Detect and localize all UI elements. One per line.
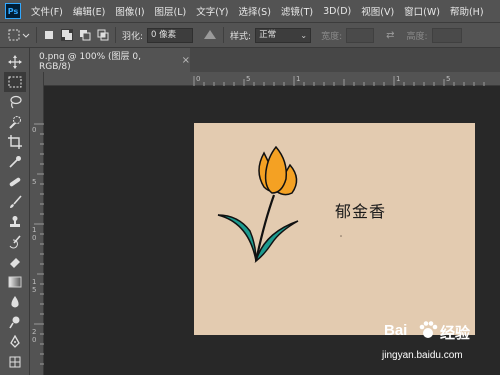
- baidu-jingyan-watermark: Bai 经验 jingyan.baidu.com: [378, 314, 496, 372]
- pen-tool-icon[interactable]: [4, 332, 26, 352]
- ruler-tick-label: 1: [32, 226, 36, 234]
- height-label: 高度:: [406, 31, 428, 42]
- height-input: [431, 27, 462, 43]
- divider: [115, 27, 116, 43]
- menu-bar: Ps 文件(F) 编辑(E) 图像(I) 图层(L) 文字(Y) 选择(S) 滤…: [0, 0, 500, 22]
- ruler-tick-label: 0: [196, 75, 200, 83]
- options-bar: 羽化: 0 像素 样式: 正常 ⌄ 宽度: ⇄ 高度:: [0, 22, 500, 48]
- ruler-tick-label: 5: [246, 75, 250, 83]
- lasso-tool-icon[interactable]: [4, 92, 26, 112]
- menu-view[interactable]: 视图(V): [361, 4, 394, 18]
- ruler-tick-label: 0: [32, 126, 36, 134]
- watermark-url: jingyan.baidu.com: [382, 350, 463, 361]
- quick-selection-tool-icon[interactable]: [4, 112, 26, 132]
- document-canvas[interactable]: 郁金香: [194, 123, 475, 335]
- divider: [36, 27, 37, 43]
- menu-image[interactable]: 图像(I): [115, 4, 144, 18]
- feather-label: 羽化:: [122, 31, 144, 42]
- add-to-selection-icon[interactable]: [61, 29, 73, 41]
- eyedropper-tool-icon[interactable]: [4, 152, 26, 172]
- menu-window[interactable]: 窗口(W): [404, 4, 440, 18]
- menu-layer[interactable]: 图层(L): [155, 4, 187, 18]
- document-tab-bar: 0.png @ 100% (图层 0, RGB/8) ×: [30, 48, 500, 72]
- marquee-preset-icon[interactable]: [8, 28, 30, 42]
- ruler-tick-label: 1: [296, 75, 300, 83]
- menu-file[interactable]: 文件(F): [31, 4, 63, 18]
- menu-3d[interactable]: 3D(D): [323, 6, 351, 17]
- document-tab-title: 0.png @ 100% (图层 0, RGB/8): [39, 51, 141, 72]
- style-select[interactable]: 正常 ⌄: [255, 27, 312, 43]
- menu-help[interactable]: 帮助(H): [450, 4, 484, 18]
- ruler-tick-label: 2: [32, 328, 36, 336]
- clone-stamp-tool-icon[interactable]: [4, 212, 26, 232]
- chevron-down-icon: ⌄: [300, 30, 308, 40]
- photoshop-logo: Ps: [5, 3, 21, 19]
- ruler-tick-label: 5: [32, 178, 36, 186]
- horizontal-ruler[interactable]: 0 5 1 1 5: [44, 72, 500, 86]
- watermark-brand-right: 经验: [440, 325, 471, 342]
- subtract-from-selection-icon[interactable]: [79, 29, 91, 41]
- rectangular-marquee-tool-icon[interactable]: [4, 72, 26, 92]
- brush-tool-icon[interactable]: [4, 192, 26, 212]
- dodge-tool-icon[interactable]: [4, 312, 26, 332]
- watermark-brand-left: Bai: [384, 322, 408, 339]
- width-label: 宽度:: [321, 31, 343, 42]
- swap-dimensions-icon[interactable]: ⇄: [386, 30, 394, 41]
- tulip-illustration: [217, 145, 342, 263]
- intersect-selection-icon[interactable]: [97, 29, 109, 41]
- style-label: 样式:: [230, 31, 252, 42]
- document-tab[interactable]: 0.png @ 100% (图层 0, RGB/8) ×: [30, 48, 190, 72]
- move-tool-icon[interactable]: [4, 52, 26, 72]
- tools-panel: [0, 48, 30, 375]
- type-tool-icon[interactable]: [4, 352, 26, 372]
- ruler-tick-label: 0: [32, 234, 36, 242]
- blur-tool-icon[interactable]: [4, 292, 26, 312]
- ruler-tick-label: 1: [32, 278, 36, 286]
- vertical-ruler[interactable]: 0 5 1 0 1 5 2 0: [30, 72, 44, 375]
- eraser-tool-icon[interactable]: [4, 252, 26, 272]
- canvas-title: 郁金香: [335, 202, 387, 221]
- close-icon[interactable]: ×: [182, 55, 190, 66]
- history-brush-tool-icon[interactable]: [4, 232, 26, 252]
- divider: [223, 27, 225, 43]
- menu-select[interactable]: 选择(S): [238, 4, 270, 18]
- ruler-tick-label: 5: [32, 286, 36, 294]
- menu-edit[interactable]: 编辑(E): [73, 4, 105, 18]
- paw-icon: [418, 320, 438, 344]
- width-input: [346, 27, 375, 43]
- crop-tool-icon[interactable]: [4, 132, 26, 152]
- feather-input[interactable]: 0 像素: [147, 27, 194, 43]
- menu-filter[interactable]: 滤镜(T): [281, 4, 313, 18]
- style-value: 正常: [259, 29, 277, 40]
- anti-alias-icon[interactable]: [203, 28, 217, 43]
- ruler-tick-label: 5: [446, 75, 450, 83]
- menu-type[interactable]: 文字(Y): [196, 4, 228, 18]
- ruler-tick-label: 0: [32, 336, 36, 344]
- new-selection-icon[interactable]: [43, 29, 55, 41]
- gradient-tool-icon[interactable]: [4, 272, 26, 292]
- healing-brush-tool-icon[interactable]: [4, 172, 26, 192]
- ruler-tick-label: 1: [396, 75, 400, 83]
